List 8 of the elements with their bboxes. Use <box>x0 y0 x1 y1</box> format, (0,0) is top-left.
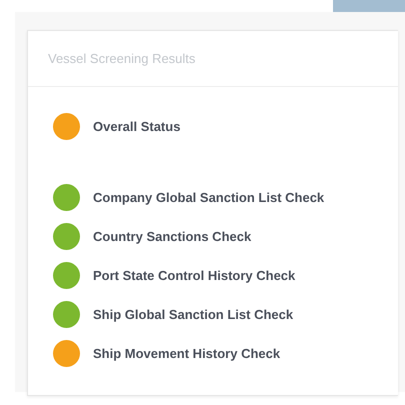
check-label: Company Global Sanction List Check <box>93 190 324 205</box>
check-label: Ship Movement History Check <box>93 346 280 361</box>
header-panel <box>333 0 405 12</box>
card-title: Vessel Screening Results <box>48 51 196 66</box>
status-label: Overall Status <box>93 119 180 134</box>
check-label: Ship Global Sanction List Check <box>93 307 294 322</box>
check-label: Port State Control History Check <box>93 268 296 283</box>
check-label: Country Sanctions Check <box>93 229 252 244</box>
